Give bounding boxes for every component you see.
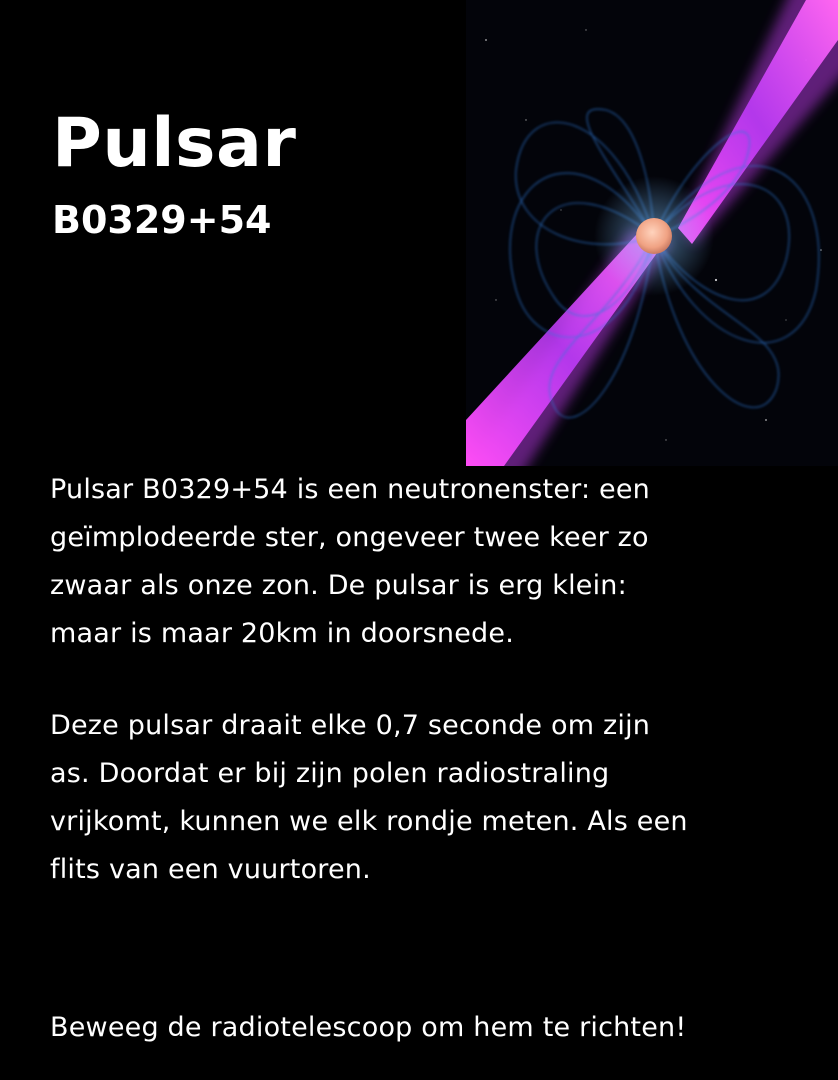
instruction-text: Beweeg de radiotelescoop om hem te richt… [50,1012,687,1043]
text-line: as. Doordat er bij zijn polen radiostral… [50,758,610,789]
text-line: maar is maar 20km in doorsnede. [50,618,514,649]
page-title: Pulsar [52,104,297,183]
text-line: vrijkomt, kunnen we elk rondje meten. Al… [50,806,688,837]
text-line: geïmplodeerde ster, ongeveer twee keer z… [50,522,649,553]
pulsar-illustration-svg [466,0,838,466]
text-line: Pulsar B0329+54 is een neutronenster: ee… [50,474,650,505]
text-line: zwaar als onze zon. De pulsar is erg kle… [50,570,627,601]
pulsar-illustration [466,0,838,466]
description-paragraph-2: Deze pulsar draait elke 0,7 seconde om z… [50,702,810,894]
description-paragraph-1: Pulsar B0329+54 is een neutronenster: ee… [50,466,810,658]
text-line: Deze pulsar draait elke 0,7 seconde om z… [50,710,651,741]
text-line: flits van een vuurtoren. [50,854,371,885]
pulsar-designation: B0329+54 [52,198,272,242]
neutron-star [636,218,672,254]
